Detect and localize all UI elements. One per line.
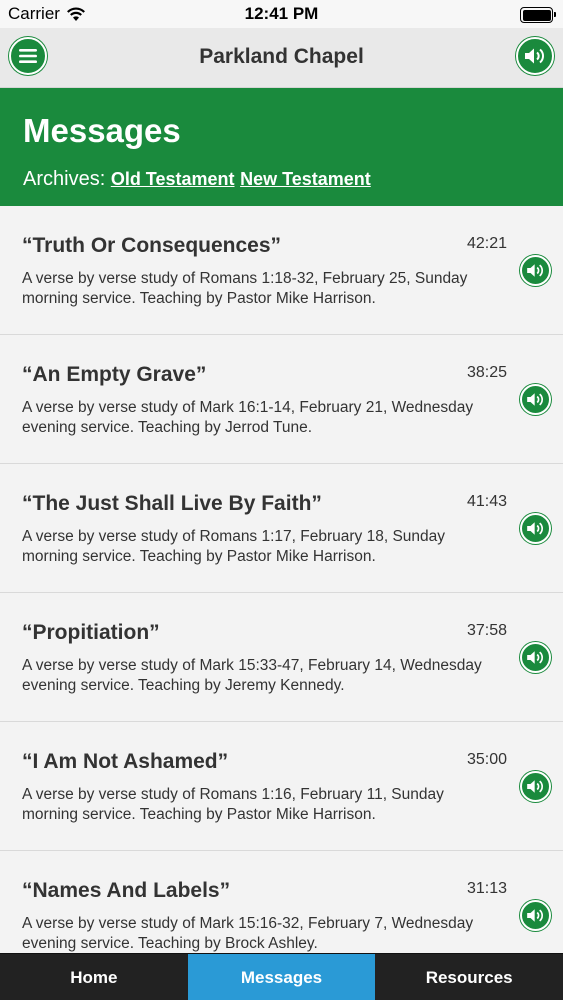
message-description: A verse by verse study of Romans 1:17, F… [22,528,446,565]
message-duration: 38:25 [466,364,507,381]
page-title: Messages [23,112,181,149]
speaker-icon [527,651,544,664]
archives-row: Archives: Old Testament New Testament [23,168,371,191]
play-audio-button[interactable] [520,642,551,673]
play-audio-button[interactable] [520,513,551,544]
message-duration: 35:00 [466,751,507,768]
speaker-icon [527,522,544,535]
message-list: “Truth Or Consequences” 42:21 A verse by… [0,206,563,980]
message-item[interactable]: “Propitiation” 37:58 A verse by verse st… [0,593,563,722]
tab-home[interactable]: Home [0,954,188,1000]
nav-bar: Parkland Chapel [0,28,563,88]
speaker-icon [527,909,544,922]
message-duration: 31:13 [466,880,507,897]
speaker-icon [527,780,544,793]
play-audio-button[interactable] [520,384,551,415]
message-description: A verse by verse study of Romans 1:18-32… [22,270,468,307]
old-testament-link[interactable]: Old Testament [111,169,235,189]
message-description: A verse by verse study of Romans 1:16, F… [22,786,444,823]
play-audio-button[interactable] [520,771,551,802]
message-duration: 37:58 [466,622,507,639]
app-title: Parkland Chapel [199,45,364,68]
message-item[interactable]: “The Just Shall Live By Faith” 41:43 A v… [0,464,563,593]
speaker-icon [525,48,544,64]
messages-header: Messages Archives: Old Testament New Tes… [0,88,563,206]
message-duration: 41:43 [466,493,507,510]
app-screen: Carrier 12:41 PM Parkland Chapel Message… [0,0,563,1000]
play-audio-button[interactable] [520,900,551,931]
message-duration: 42:21 [466,235,507,252]
battery-icon [520,7,556,23]
new-testament-link[interactable]: New Testament [240,169,371,189]
audio-button[interactable] [516,37,554,75]
message-title: “I Am Not Ashamed” [22,750,229,773]
tab-resources[interactable]: Resources [375,954,563,1000]
message-title: “The Just Shall Live By Faith” [22,492,322,515]
tab-bar: Home Messages Resources [0,953,563,1000]
message-description: A verse by verse study of Mark 15:33-47,… [22,657,482,694]
message-item[interactable]: “Truth Or Consequences” 42:21 A verse by… [0,206,563,335]
play-audio-button[interactable] [520,255,551,286]
message-title: “An Empty Grave” [22,363,207,386]
message-title: “Truth Or Consequences” [22,234,282,257]
message-title: “Names And Labels” [22,879,231,902]
message-title: “Propitiation” [22,621,160,644]
status-time: 12:41 PM [244,4,319,23]
speaker-icon [527,264,544,277]
speaker-icon [527,393,544,406]
archives-label: Archives: [23,168,106,190]
message-description: A verse by verse study of Mark 15:16-32,… [22,915,474,952]
status-bar: Carrier 12:41 PM [0,0,563,28]
message-item[interactable]: “I Am Not Ashamed” 35:00 A verse by vers… [0,722,563,851]
message-item[interactable]: “An Empty Grave” 38:25 A verse by verse … [0,335,563,464]
message-description: A verse by verse study of Mark 16:1-14, … [22,399,474,436]
tab-messages[interactable]: Messages [187,954,376,1000]
